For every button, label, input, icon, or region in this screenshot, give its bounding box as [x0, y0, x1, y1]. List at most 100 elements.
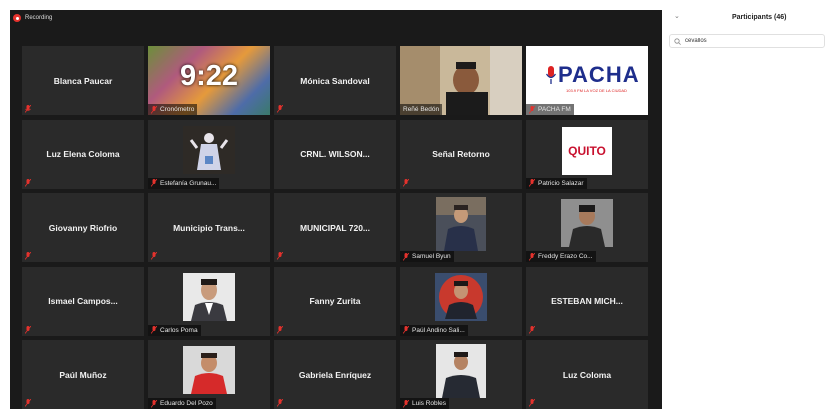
muted-mic-icon — [277, 252, 283, 260]
participant-label-text: Estefanía Grunau... — [160, 179, 217, 187]
participant-tile[interactable]: Samuel Byun — [400, 193, 522, 262]
participant-label: Estefanía Grunau... — [148, 177, 220, 189]
participant-label-text: Freddy Erazo Co... — [538, 253, 593, 260]
profile-photo — [436, 197, 486, 251]
participant-search[interactable] — [669, 34, 825, 48]
profile-photo — [435, 272, 487, 321]
participant-label: Luis Robles — [400, 398, 449, 409]
participant-name: MUNICIPAL 720... — [299, 222, 371, 233]
search-input[interactable] — [685, 38, 805, 44]
muted-mic-icon — [529, 179, 535, 187]
participant-label: Eduardo Del Pozo — [148, 398, 216, 409]
muted-mic-icon — [25, 252, 31, 260]
participant-tile[interactable]: CRNL. WILSON... — [274, 119, 396, 189]
recording-indicator[interactable]: Recording — [13, 14, 52, 22]
participant-tile[interactable]: Freddy Erazo Co... — [526, 193, 648, 262]
pacha-brand: PACHA — [558, 62, 640, 87]
participant-tile[interactable]: Mónica Sandoval — [274, 46, 396, 115]
participant-label-text: Samuel Byun — [412, 253, 451, 260]
participant-label: Samuel Byun — [400, 251, 454, 262]
profile-photo — [183, 346, 235, 394]
participant-label: Patricio Salazar — [526, 177, 587, 189]
profile-photo — [561, 199, 613, 247]
participant-label: Paúl Andino Sali... — [400, 324, 468, 336]
participant-tile[interactable]: Municipio Trans... — [148, 193, 270, 262]
participant-name: Ismael Campos... — [48, 296, 118, 306]
participant-label: Carlos Poma — [148, 324, 201, 336]
search-icon — [674, 37, 681, 45]
participants-panel: ⌄ Participants (46) — [662, 0, 828, 409]
muted-mic-icon — [403, 326, 409, 334]
participant-name: Blanca Paucar — [53, 75, 113, 86]
recording-label: Recording — [25, 15, 53, 21]
participant-tile[interactable]: Paúl Andino Sali... — [400, 266, 522, 336]
muted-mic-icon — [529, 252, 535, 261]
participant-label-text: Carlos Poma — [160, 326, 198, 334]
participant-tile[interactable]: Blanca Paucar — [22, 46, 144, 115]
quito-logo: QUITO — [562, 126, 612, 175]
muted-mic-icon — [25, 105, 31, 113]
participant-tile[interactable]: ESTEBAN MICH... — [526, 266, 648, 336]
quito-brand: QUITO — [568, 143, 606, 158]
participant-tile-pacha[interactable]: PACHA 103.9 FM LA VOZ DE LA CIUDAD PACHA… — [526, 46, 648, 115]
participant-name: Paúl Muñoz — [59, 369, 107, 380]
participant-name: Giovanny Riofrio — [48, 222, 118, 233]
participants-title: Participants (46) — [732, 14, 787, 21]
participant-name: ESTEBAN MICH... — [551, 296, 623, 306]
muted-mic-icon — [151, 179, 157, 187]
muted-mic-icon — [277, 399, 283, 407]
participant-label-text: Luis Robles — [412, 400, 446, 407]
participant-tile[interactable]: Gabriela Enríquez — [274, 340, 396, 409]
participant-label: Reñé Bedón — [400, 104, 443, 115]
participant-label-text: Reñé Bedón — [403, 106, 440, 113]
pacha-logo: PACHA — [546, 62, 640, 88]
microphone-icon — [546, 66, 556, 84]
participant-label-text: Eduardo Del Pozo — [160, 400, 213, 407]
chevron-down-icon[interactable]: ⌄ — [674, 12, 680, 20]
participant-name: Fanny Zurita — [309, 296, 361, 306]
participant-tile[interactable]: Carlos Poma — [148, 266, 270, 336]
muted-mic-icon — [529, 325, 535, 334]
participant-tile[interactable]: Giovanny Riofrio — [22, 193, 144, 262]
participant-name: Luz Coloma — [562, 369, 612, 380]
muted-mic-icon — [403, 178, 409, 187]
muted-mic-icon — [151, 252, 157, 260]
participant-tile[interactable]: Paúl Muñoz — [22, 340, 144, 409]
zoom-window: Recording Blanca Paucar 9:22 Cronómetro … — [0, 0, 828, 409]
participant-label-text: PACHA FM — [538, 106, 571, 113]
participant-label: Freddy Erazo Co... — [526, 251, 596, 262]
muted-mic-icon — [25, 399, 31, 407]
participant-tile[interactable]: Eduardo Del Pozo — [148, 340, 270, 409]
profile-photo — [436, 344, 486, 398]
participant-label-text: Patricio Salazar — [538, 179, 584, 187]
participant-label-text: Paúl Andino Sali... — [412, 326, 465, 334]
muted-mic-icon — [403, 399, 409, 408]
participant-name: Mónica Sandoval — [300, 75, 370, 86]
recording-icon — [13, 14, 21, 22]
profile-photo-statue — [183, 125, 235, 174]
participant-tile[interactable]: Ismael Campos... — [22, 266, 144, 336]
participant-tile[interactable]: Luz Coloma — [526, 340, 648, 409]
participant-tile[interactable]: Señal Retorno — [400, 119, 522, 189]
muted-mic-icon — [529, 399, 535, 407]
muted-mic-icon — [529, 105, 535, 114]
participant-tile-quito[interactable]: QUITO Patricio Salazar — [526, 119, 648, 189]
muted-mic-icon — [403, 252, 409, 261]
participant-tile[interactable]: Estefanía Grunau... — [148, 119, 270, 189]
participant-name: Luz Elena Coloma — [46, 149, 120, 159]
participant-tile-chronometer[interactable]: 9:22 Cronómetro — [148, 46, 270, 115]
chronometer-time: 9:22 — [179, 60, 239, 92]
video-gallery: Recording Blanca Paucar 9:22 Cronómetro … — [10, 10, 662, 409]
participant-tile-active-speaker[interactable]: Reñé Bedón — [400, 46, 522, 115]
participant-tile[interactable]: Luis Robles — [400, 340, 522, 409]
participant-tile[interactable]: Fanny Zurita — [274, 266, 396, 336]
participant-label: Cronómetro — [148, 104, 198, 115]
muted-mic-icon — [151, 326, 157, 334]
pacha-tagline: 103.9 FM LA VOZ DE LA CIUDAD — [566, 88, 627, 93]
participant-tile[interactable]: MUNICIPAL 720... — [274, 193, 396, 262]
participants-header: ⌄ Participants (46) — [662, 0, 828, 26]
muted-mic-icon — [277, 325, 283, 334]
participant-name: CRNL. WILSON... — [300, 149, 370, 159]
muted-mic-icon — [25, 178, 31, 187]
participant-tile[interactable]: Luz Elena Coloma — [22, 119, 144, 189]
